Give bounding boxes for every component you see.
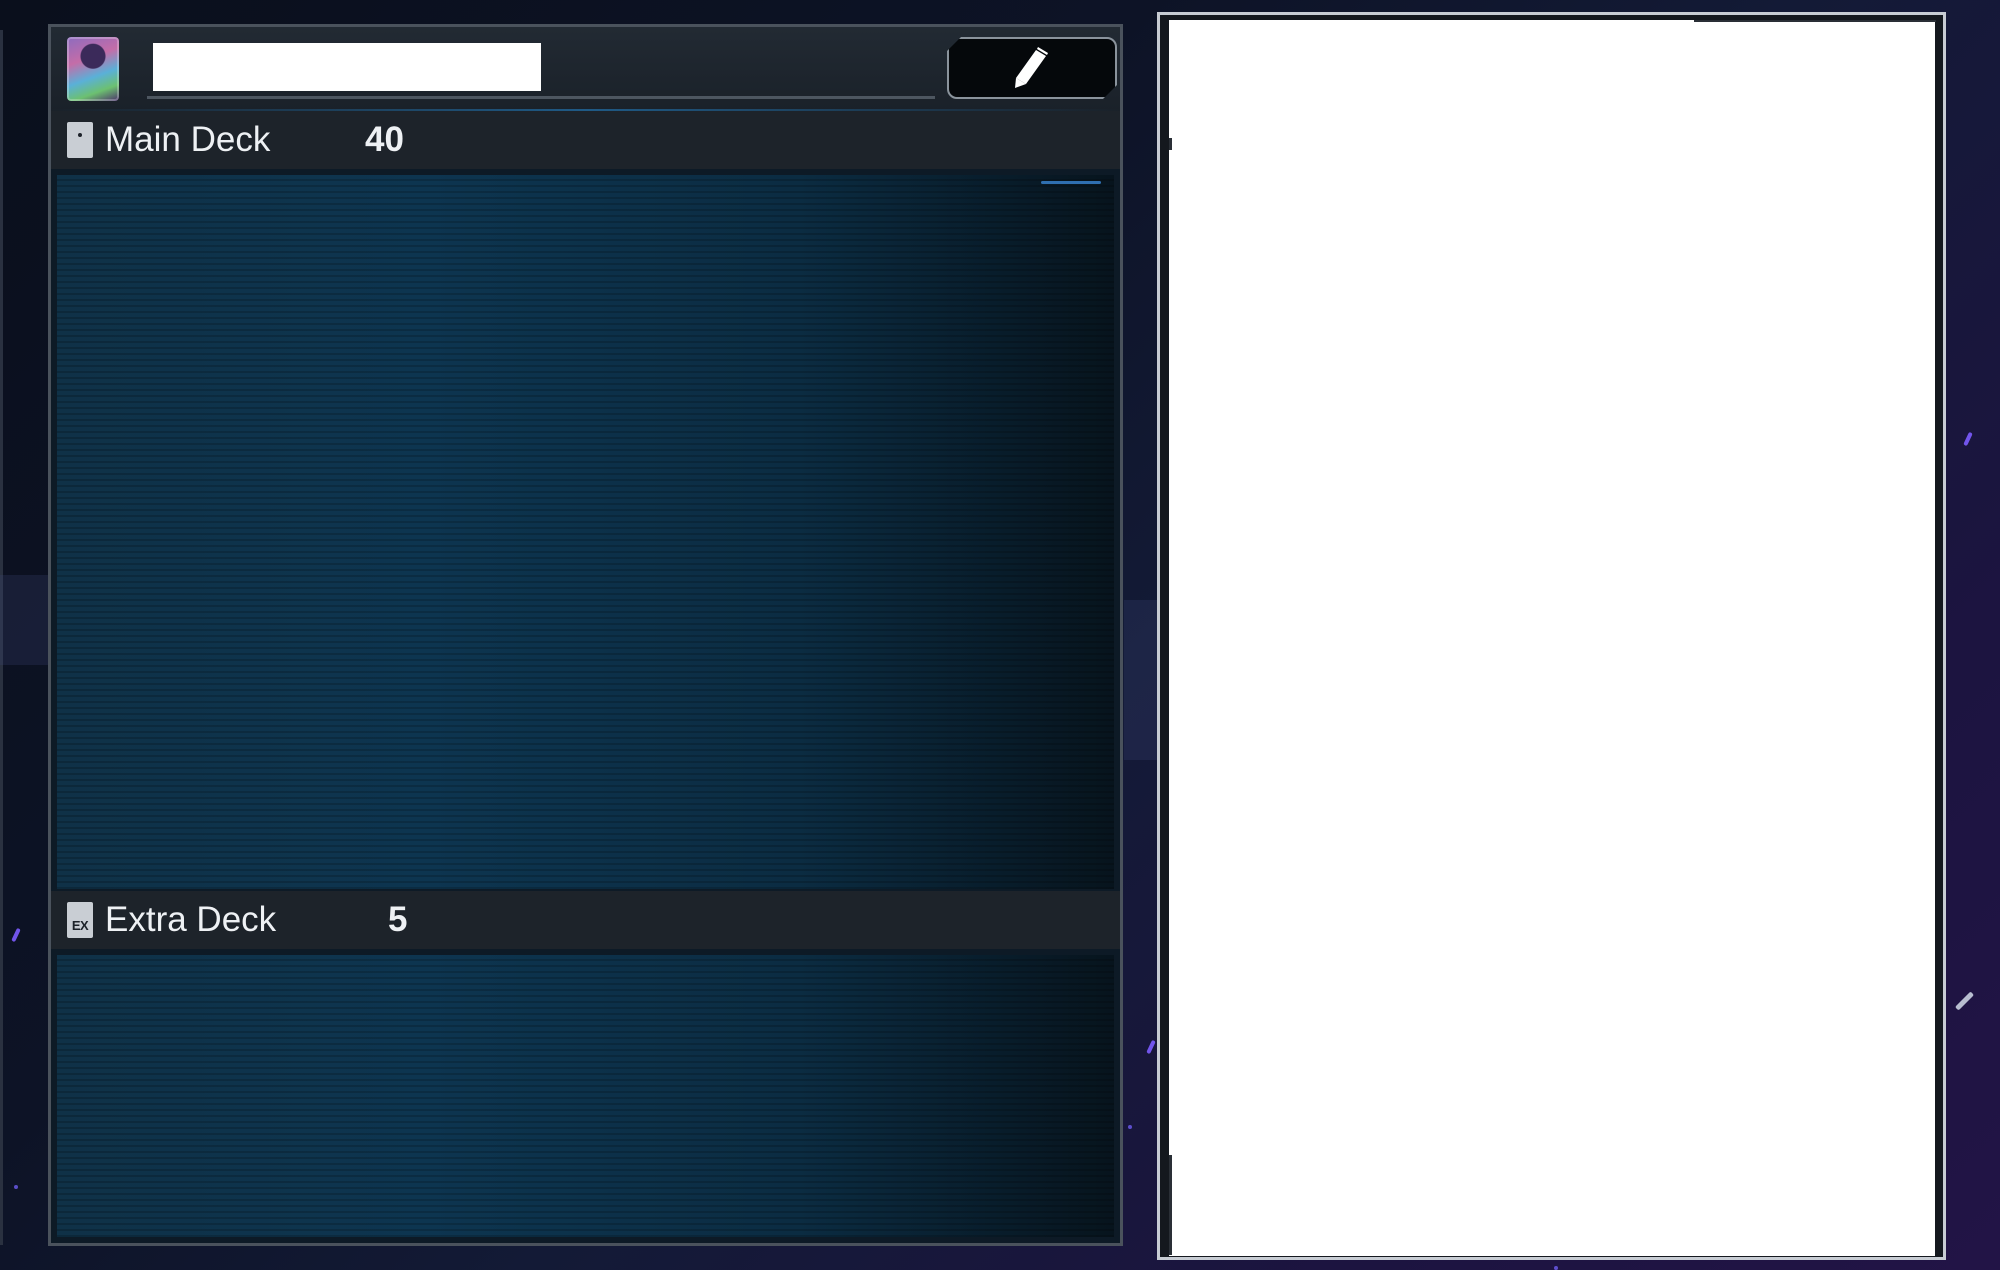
- extra-deck-bar: EX Extra Deck 5: [51, 891, 1120, 949]
- extra-deck-icon: EX: [67, 902, 93, 938]
- background-accent: [1954, 991, 1975, 1011]
- background-accent: [11, 927, 21, 943]
- edit-deck-button[interactable]: [947, 37, 1117, 99]
- card-preview-image: [1169, 20, 1935, 1256]
- pencil-icon: [1012, 46, 1052, 90]
- preview-tick: [1694, 20, 1936, 22]
- deck-name-field[interactable]: [153, 43, 541, 91]
- deck-box-icon[interactable]: [67, 37, 119, 101]
- main-deck-icon: [67, 122, 93, 158]
- scroll-indicator: [1041, 181, 1101, 184]
- main-deck-label: Main Deck: [105, 120, 271, 159]
- extra-deck-label: Extra Deck: [105, 900, 277, 939]
- deck-header: [51, 27, 1120, 111]
- main-deck-bar: Main Deck 40: [51, 111, 1120, 169]
- deck-name-underline: [147, 96, 935, 99]
- background-dot: [14, 1185, 18, 1189]
- background-accent: [1963, 431, 1973, 447]
- preview-tick: [1169, 1155, 1172, 1255]
- main-deck-count: 40: [365, 120, 404, 159]
- background-dot: [1554, 1266, 1558, 1270]
- main-deck-card-area[interactable]: [57, 175, 1114, 889]
- deck-panel: Main Deck 40 EX Extra Deck 5: [48, 24, 1123, 1246]
- background-accent: [1146, 1039, 1156, 1055]
- card-preview-panel: [1157, 12, 1946, 1260]
- background-stripe: [0, 575, 48, 665]
- extra-deck-count: 5: [388, 900, 408, 939]
- preview-tick: [1169, 138, 1172, 150]
- background-stripe: [1124, 600, 1158, 760]
- background-dot: [1128, 1125, 1132, 1129]
- extra-deck-card-area[interactable]: [57, 955, 1114, 1237]
